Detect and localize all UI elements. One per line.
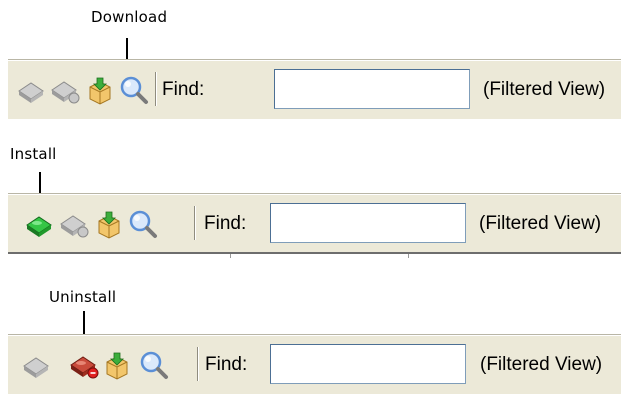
- filtered-view-label: (Filtered View): [480, 354, 603, 375]
- list-header-strip: [8, 252, 621, 258]
- toolbar-separator: [194, 206, 196, 240]
- search-icon[interactable]: [138, 349, 170, 381]
- filtered-view-label: (Filtered View): [483, 79, 606, 100]
- uninstall-callout-label: Uninstall: [49, 288, 117, 306]
- download-icon[interactable]: [84, 74, 116, 106]
- uninstall-icon[interactable]: [68, 349, 100, 381]
- uninstall-icon[interactable]: [49, 74, 81, 106]
- uninstall-callout-line: [83, 311, 85, 335]
- toolbar-separator: [197, 347, 199, 381]
- install-icon[interactable]: [15, 74, 47, 106]
- download-callout-line: [126, 38, 128, 59]
- find-input[interactable]: [270, 344, 466, 384]
- uninstall-icon[interactable]: [58, 208, 90, 240]
- find-input[interactable]: [274, 69, 470, 109]
- toolbar-install-state: Find: (Filtered View): [8, 193, 621, 253]
- toolbar-separator: [155, 72, 157, 106]
- search-icon[interactable]: [127, 208, 159, 240]
- find-label: Find:: [204, 213, 247, 234]
- search-icon[interactable]: [118, 74, 150, 106]
- download-icon[interactable]: [93, 208, 125, 240]
- install-icon[interactable]: [20, 349, 52, 381]
- toolbar-download-state: Find: (Filtered View): [8, 59, 621, 119]
- find-input[interactable]: [270, 203, 466, 243]
- filtered-view-label: (Filtered View): [479, 213, 602, 234]
- toolbar-uninstall-state: Find: (Filtered View): [8, 334, 621, 394]
- find-label: Find:: [162, 79, 205, 100]
- download-icon[interactable]: [101, 349, 133, 381]
- install-icon[interactable]: [23, 208, 55, 240]
- download-callout-label: Download: [91, 8, 168, 26]
- find-label: Find:: [205, 354, 248, 375]
- install-callout-line: [39, 172, 41, 194]
- install-callout-label: Install: [10, 145, 57, 163]
